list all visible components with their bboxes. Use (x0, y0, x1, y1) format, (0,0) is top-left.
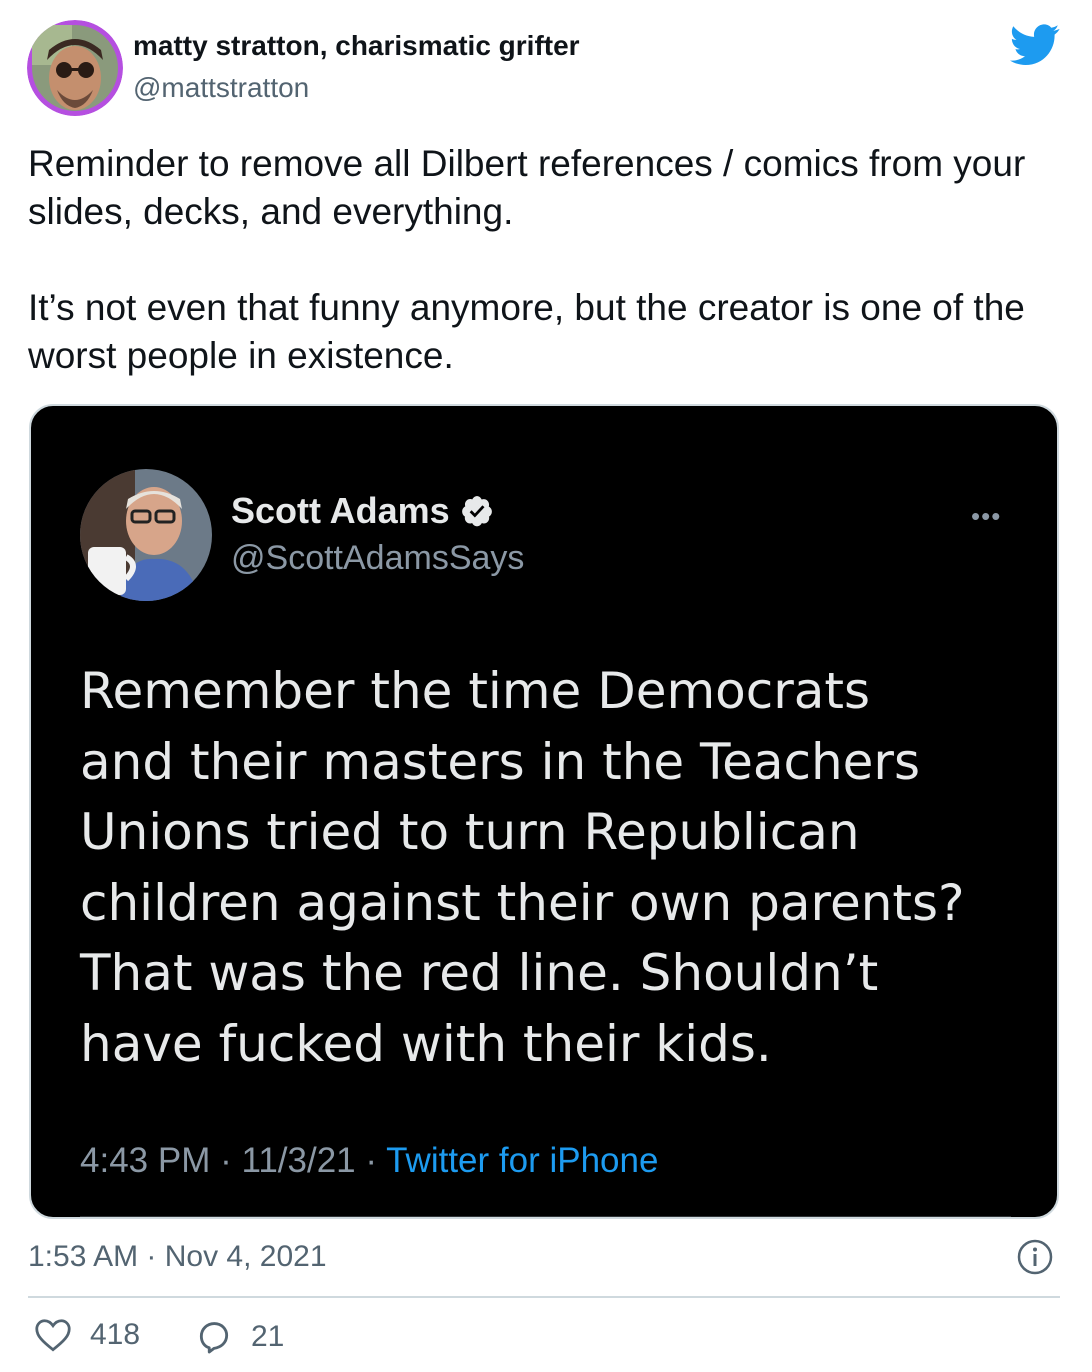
more-icon: ••• (971, 501, 1002, 531)
tweet-paragraph: Reminder to remove all Dilbert reference… (28, 143, 1026, 232)
quoted-time: 4:43 PM · 11/3/21 · (80, 1141, 387, 1180)
info-icon[interactable] (1016, 1238, 1054, 1276)
like-button[interactable]: 418 (34, 1318, 140, 1352)
like-count: 418 (90, 1318, 141, 1351)
quoted-display-name: Scott Adams (231, 490, 494, 532)
quoted-divider (80, 1216, 1011, 1217)
quoted-author-avatar (80, 469, 212, 601)
reply-count: 21 (251, 1320, 285, 1353)
quoted-handle: @ScottAdamsSays (231, 539, 525, 577)
reply-button[interactable]: 21 (195, 1318, 284, 1356)
reply-icon (199, 1322, 229, 1354)
quoted-source: Twitter for iPhone (386, 1141, 659, 1180)
verified-badge-icon (461, 496, 492, 527)
quoted-tweet-meta: 4:43 PM · 11/3/21 · Twitter for iPhone (80, 1141, 658, 1181)
author-handle[interactable]: @mattstratton (133, 72, 309, 104)
twitter-bird-icon[interactable] (1010, 24, 1060, 66)
quoted-name-text: Scott Adams (231, 490, 450, 531)
author-avatar[interactable] (27, 20, 123, 116)
tweet-timestamp[interactable]: 1:53 AM · Nov 4, 2021 (28, 1240, 327, 1274)
tweet-text: Reminder to remove all Dilbert reference… (28, 140, 1048, 380)
author-display-name[interactable]: matty stratton, charismatic grifter (133, 30, 580, 62)
divider (28, 1296, 1060, 1298)
quoted-tweet-text: Remember the time Democrats and their ma… (80, 662, 965, 1073)
tweet-paragraph: It’s not even that funny anymore, but th… (28, 287, 1025, 376)
heart-icon (35, 1319, 71, 1352)
quoted-tweet-image[interactable]: Scott Adams @ScottAdamsSays ••• Remember… (29, 404, 1059, 1219)
